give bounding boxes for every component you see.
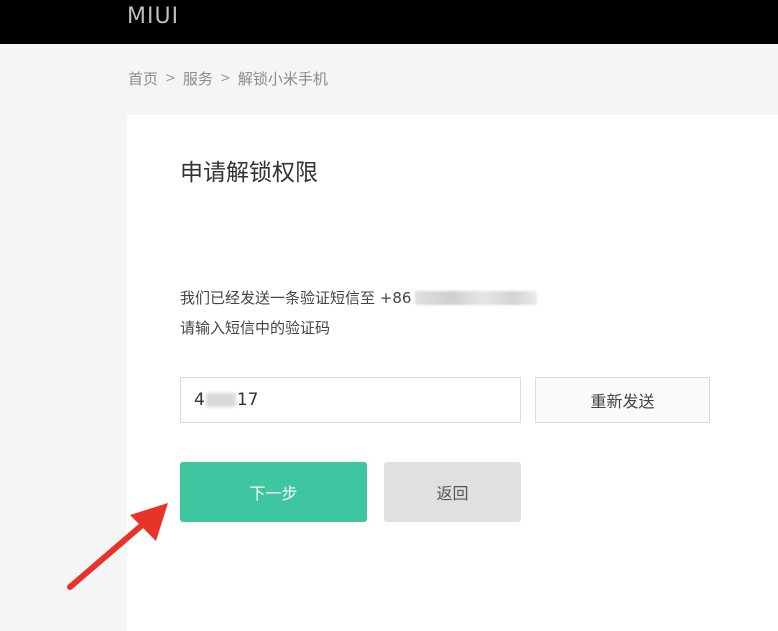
page-title: 申请解锁权限 [180,160,318,186]
resend-button[interactable]: 重新发送 [535,377,710,423]
redacted-phone-number [415,290,538,305]
breadcrumb-separator: > [165,71,176,86]
back-button[interactable]: 返回 [384,462,521,522]
miui-logo[interactable]: MIUI [127,4,179,29]
breadcrumb: 首页 > 服务 > 解锁小米手机 [128,68,328,89]
breadcrumb-services-link[interactable]: 服务 [183,68,213,89]
sms-sent-text: 我们已经发送一条验证短信至 +86 [180,289,412,307]
verification-code-input[interactable]: 4 17 [180,377,521,423]
breadcrumb-separator: > [219,71,231,86]
redacted-code-digits [205,393,236,407]
sms-sent-message: 我们已经发送一条验证短信至 +86 [180,287,538,308]
unlock-card: 申请解锁权限 我们已经发送一条验证短信至 +86 请输入短信中的验证码 4 17… [127,115,778,631]
next-step-button[interactable]: 下一步 [180,462,367,522]
code-prefix: 4 [194,390,205,410]
breadcrumb-current: 解锁小米手机 [237,70,328,88]
code-prompt: 请输入短信中的验证码 [180,319,331,337]
red-arrow-icon [67,503,168,590]
top-bar: MIUI [0,0,778,44]
breadcrumb-home-link[interactable]: 首页 [128,68,158,89]
code-suffix: 17 [236,390,259,410]
